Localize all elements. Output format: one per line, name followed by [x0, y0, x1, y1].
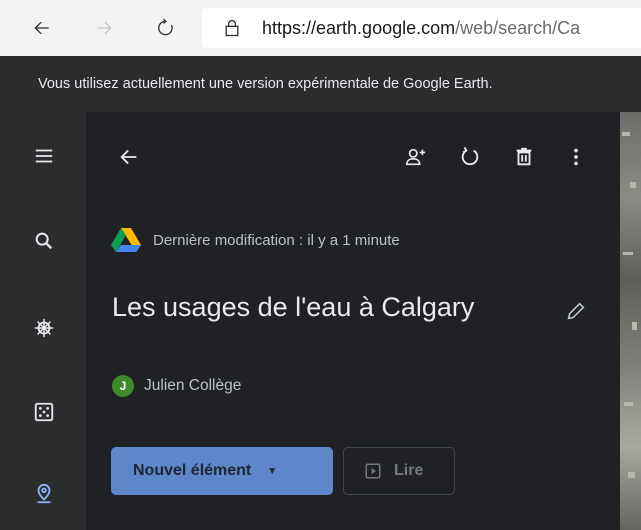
new-feature-label: Nouvel élément [133, 462, 252, 479]
play-icon [365, 463, 381, 479]
edit-icon[interactable] [561, 296, 591, 326]
url-host: https://earth.google.com [262, 18, 456, 38]
search-icon[interactable] [28, 225, 60, 257]
add-person-icon[interactable] [401, 142, 431, 172]
left-rail [0, 112, 86, 530]
project-title[interactable]: Les usages de l'eau à Calgary [112, 292, 474, 323]
reload-icon[interactable] [150, 12, 182, 44]
projects-icon[interactable] [28, 478, 60, 510]
more-options-icon[interactable] [561, 142, 591, 172]
author-name: Julien Collège [144, 377, 242, 394]
project-panel: Dernière modification : il y a 1 minute … [86, 112, 620, 530]
last-modified-row: Dernière modification : il y a 1 minute [111, 228, 400, 252]
present-label: Lire [394, 462, 424, 479]
present-button[interactable]: Lire [343, 447, 455, 495]
voyager-icon[interactable] [28, 312, 60, 344]
delete-icon[interactable] [509, 142, 539, 172]
url-path: /web/search/Ca [455, 18, 581, 38]
forward-icon[interactable] [88, 12, 120, 44]
back-arrow-icon[interactable] [114, 142, 144, 172]
author-row: J Julien Collège [112, 375, 241, 397]
avatar: J [112, 375, 134, 397]
address-bar[interactable]: https://earth.google.com/web/search/Ca [202, 8, 641, 48]
menu-icon[interactable] [28, 140, 60, 172]
google-drive-icon [111, 228, 141, 252]
lock-icon [225, 19, 239, 37]
caret-down-icon: ▼ [267, 465, 278, 477]
back-icon[interactable] [26, 12, 58, 44]
map-view[interactable] [620, 112, 641, 530]
url-text: https://earth.google.com/web/search/Ca [262, 18, 580, 39]
new-feature-button[interactable]: Nouvel élément ▼ [111, 447, 333, 495]
feeling-lucky-icon[interactable] [28, 396, 60, 428]
experimental-notice: Vous utilisez actuellement une version e… [0, 56, 641, 112]
last-modified-text: Dernière modification : il y a 1 minute [153, 231, 400, 249]
browser-toolbar: https://earth.google.com/web/search/Ca [0, 0, 641, 56]
undo-icon[interactable] [455, 142, 485, 172]
